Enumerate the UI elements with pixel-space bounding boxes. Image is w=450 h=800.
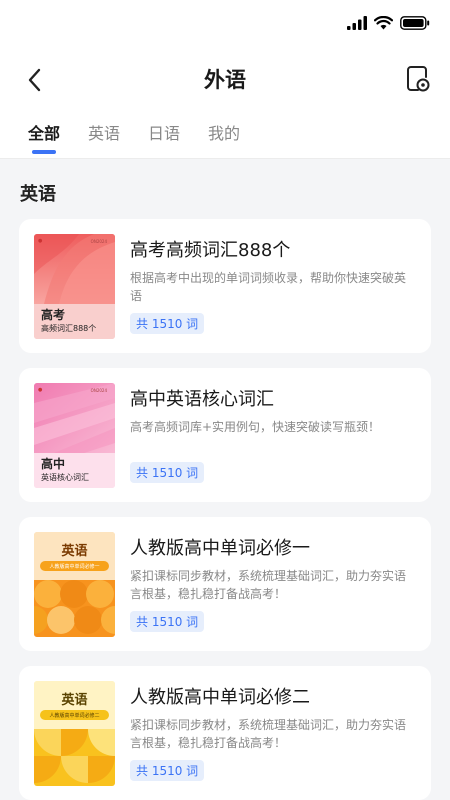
book-description: 紧扣课标同步教材，系统梳理基础词汇，助力夯实语言根基，稳扎稳打备战高考！	[130, 718, 407, 750]
word-count-badge: 共 1510 词	[130, 611, 205, 632]
book-description: 紧扣课标同步教材，系统梳理基础词汇，助力夯实语言根基，稳扎稳打备战高考！	[130, 569, 407, 601]
cover-dot-icon: ●	[38, 238, 43, 244]
book-card[interactable]: 英语 人教版高中单词必修二 人教版高中单词必修二 紧扣课标同步教材，系统梳理基础…	[19, 666, 431, 800]
cover-title: 英语	[61, 544, 88, 559]
cover-title: 英语	[61, 693, 88, 708]
category-tabs: 全部 英语 日语 我的	[28, 120, 268, 154]
cover-dot-icon: ●	[38, 387, 43, 393]
tab-english[interactable]: 英语	[88, 120, 120, 154]
book-cover: 英语 人教版高中单词必修一	[34, 532, 115, 637]
battery-icon	[400, 16, 430, 30]
book-card[interactable]: 英语 人教版高中单词必修一 人教版高中单词必修一 紧扣课标同步教材，系统梳理基础…	[19, 517, 431, 651]
word-count-badge: 共 1510 词	[130, 313, 205, 334]
tab-japanese[interactable]: 日语	[148, 120, 180, 154]
book-cover: ● ON2024 高考 高频词汇888个	[34, 234, 115, 339]
book-settings-icon[interactable]	[404, 65, 430, 93]
book-title: 人教版高中单词必修一	[130, 538, 310, 559]
book-description: 高考高频词库+实用例句，快速突破读写瓶颈！	[130, 420, 381, 434]
status-bar	[347, 16, 430, 30]
cover-subtitle: 人教版高中单词必修二	[49, 713, 100, 719]
section-title: 英语	[20, 184, 56, 205]
book-cover: ● ON2024 高中 英语核心词汇	[34, 383, 115, 488]
top-bar: 外语 全部 英语 日语 我的	[0, 0, 450, 159]
cover-subtitle: 高频词汇888个	[41, 324, 97, 333]
word-count-badge: 共 1510 词	[130, 760, 205, 781]
nav-bar: 外语	[0, 58, 450, 102]
cover-subtitle: 人教版高中单词必修一	[49, 564, 100, 570]
cover-tag: ON2024	[90, 388, 107, 393]
book-card[interactable]: ● ON2024 高考 高频词汇888个 高考高频词汇888个 根据高考中出现的…	[19, 219, 431, 353]
book-title: 人教版高中单词必修二	[130, 687, 310, 708]
tab-mine[interactable]: 我的	[208, 120, 240, 154]
cover-title: 高中	[41, 457, 66, 471]
word-count-badge: 共 1510 词	[130, 462, 205, 483]
book-title: 高考高频词汇888个	[130, 240, 291, 261]
wifi-icon	[374, 16, 393, 30]
cover-title: 高考	[41, 308, 66, 322]
book-card[interactable]: ● ON2024 高中 英语核心词汇 高中英语核心词汇 高考高频词库+实用例句，…	[19, 368, 431, 502]
tab-all[interactable]: 全部	[28, 120, 60, 154]
book-title: 高中英语核心词汇	[130, 389, 274, 410]
cover-tag: ON2024	[90, 239, 107, 244]
signal-icon	[347, 16, 367, 30]
book-description: 根据高考中出现的单词词频收录，帮助你快速突破英语	[130, 271, 407, 303]
book-cover: 英语 人教版高中单词必修二	[34, 681, 115, 786]
cover-subtitle: 英语核心词汇	[41, 473, 89, 482]
page-title: 外语	[204, 68, 246, 92]
